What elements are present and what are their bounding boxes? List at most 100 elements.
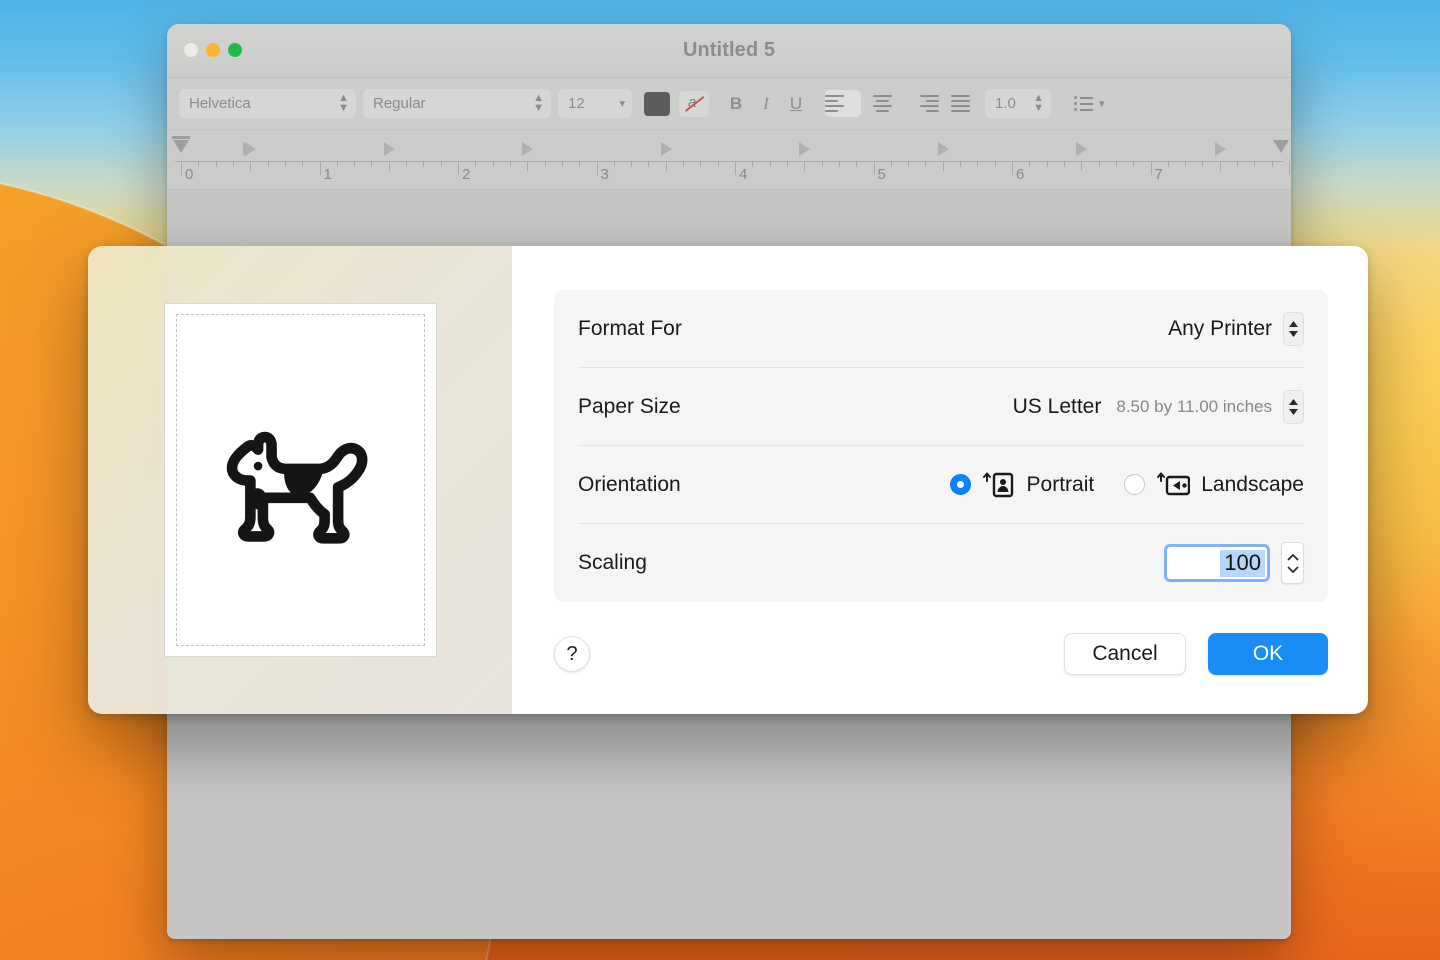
ruler-tick-minor — [665, 161, 667, 171]
ruler-tick-minor — [198, 161, 200, 167]
help-button[interactable]: ? — [554, 636, 590, 672]
format-for-label: Format For — [578, 316, 682, 340]
landscape-radio[interactable] — [1124, 474, 1146, 495]
ruler-number: 3 — [600, 166, 609, 183]
portrait-icon — [982, 472, 1016, 498]
ruler-tick-minor — [717, 161, 719, 167]
font-style-select[interactable]: Regular ▲ ▼ — [363, 89, 551, 118]
format-for-control[interactable]: Any Printer — [1168, 311, 1304, 346]
ruler-tick-minor — [631, 161, 633, 167]
scaling-input[interactable]: 100 — [1164, 544, 1270, 582]
ruler-tick-major — [1012, 161, 1013, 175]
ruler-tick-minor — [1237, 161, 1239, 167]
ruler-tab-stop[interactable] — [660, 142, 672, 156]
ruler-tick-minor — [388, 161, 390, 171]
ruler-tick-minor — [700, 161, 702, 167]
window-title: Untitled 5 — [682, 39, 776, 61]
paper-size-popup-chevrons-icon[interactable] — [1283, 389, 1304, 424]
ruler-tick-minor — [1063, 161, 1065, 167]
underline-button[interactable]: U — [788, 94, 804, 114]
ruler-tick-minor — [561, 161, 563, 167]
ruler-tab-stop[interactable] — [522, 142, 534, 156]
ruler-tick-major — [1150, 161, 1152, 175]
ruler-tick-minor — [475, 161, 477, 167]
document-ruler[interactable]: 012345678 — [167, 130, 1291, 190]
ruler-tick-minor — [267, 161, 269, 167]
ruler-tick-minor — [942, 161, 944, 171]
orientation-option-landscape[interactable]: Landscape — [1124, 472, 1304, 498]
orientation-label: Orientation — [578, 472, 681, 496]
cancel-button[interactable]: Cancel — [1064, 633, 1186, 675]
paper-size-control[interactable]: US Letter 8.50 by 11.00 inches — [1012, 389, 1304, 424]
align-right-button[interactable] — [903, 90, 939, 117]
text-style-group: B I U — [728, 94, 804, 114]
ruler-tick-major — [1289, 161, 1290, 175]
first-line-indent-icon[interactable] — [172, 136, 190, 139]
portrait-radio[interactable] — [949, 474, 971, 495]
ruler-tick-minor — [250, 161, 252, 171]
left-indent-marker-icon[interactable] — [173, 140, 189, 153]
right-indent-marker-icon[interactable] — [1273, 140, 1289, 153]
ruler-tick-major — [873, 161, 875, 175]
ruler-tick-minor — [1046, 161, 1048, 167]
ruler-tick-minor — [613, 161, 615, 167]
ruler-tick-minor — [284, 161, 286, 167]
ruler-tick-minor — [908, 161, 910, 167]
ruler-tab-stop[interactable] — [1214, 142, 1226, 156]
ruler-number: 2 — [462, 166, 471, 183]
ruler-tick-minor — [821, 161, 823, 167]
ruler-number: 1 — [323, 166, 332, 183]
ruler-tick-minor — [1098, 161, 1100, 167]
ruler-tick-minor — [1081, 161, 1083, 171]
ruler-tab-stop[interactable] — [383, 142, 395, 156]
ruler-tick-minor — [683, 161, 685, 167]
format-for-popup-chevrons-icon[interactable] — [1283, 311, 1304, 346]
align-justify-button[interactable] — [942, 90, 978, 117]
footer-action-buttons: Cancel OK — [1064, 633, 1328, 675]
chevron-updown-icon: ▲ ▼ — [533, 92, 544, 114]
scaling-stepper[interactable] — [1281, 542, 1304, 584]
ruler-tick-minor — [406, 161, 408, 167]
dog-illustration-icon — [226, 431, 367, 544]
scaling-row: Scaling 100 — [578, 524, 1304, 602]
window-titlebar[interactable]: Untitled 5 — [167, 24, 1291, 78]
chevron-down-icon: ▾ — [619, 98, 625, 110]
bullet-list-icon — [1074, 96, 1093, 111]
ruler-tick-minor — [579, 161, 581, 167]
ruler-tab-stop[interactable] — [243, 142, 254, 156]
orientation-row: Orientation Portrait Landscape — [578, 446, 1304, 524]
ruler-tick-minor — [804, 161, 806, 171]
ruler-tab-stop[interactable] — [799, 142, 811, 156]
settings-card: Format For Any Printer Paper Size US Let… — [554, 290, 1328, 602]
ruler-tick-minor — [371, 161, 373, 167]
dog-leg-spot-icon — [250, 487, 267, 509]
highlight-color-button[interactable]: a — [679, 90, 709, 117]
align-left-button[interactable] — [825, 90, 861, 117]
chevron-updown-icon: ▲ ▼ — [338, 92, 349, 114]
scaling-value: 100 — [1220, 549, 1265, 577]
font-size-value: 12 — [568, 95, 585, 112]
ruler-number: 4 — [739, 166, 748, 183]
ruler-tab-stop[interactable] — [937, 142, 949, 156]
format-for-value: Any Printer — [1168, 316, 1272, 340]
ruler-tab-stop[interactable] — [1076, 142, 1088, 156]
list-style-button[interactable]: ▾ — [1074, 96, 1105, 111]
ruler-tick-minor — [1115, 161, 1117, 167]
bold-button[interactable]: B — [728, 94, 744, 114]
ruler-tick-minor — [1254, 161, 1256, 167]
orientation-option-portrait[interactable]: Portrait — [949, 472, 1094, 498]
ok-button[interactable]: OK — [1208, 633, 1328, 675]
ruler-tick-minor — [769, 161, 771, 167]
font-size-select[interactable]: 12 ▾ — [558, 89, 632, 118]
text-color-swatch[interactable] — [644, 91, 670, 116]
ruler-tick-minor — [1271, 161, 1273, 167]
align-center-button[interactable] — [864, 90, 900, 117]
font-family-select[interactable]: Helvetica ▲ ▼ — [179, 89, 356, 118]
ruler-tick-minor — [232, 161, 234, 167]
landscape-icon — [1156, 472, 1191, 498]
ruler-tick-minor — [1133, 161, 1135, 167]
italic-button[interactable]: I — [758, 94, 774, 114]
paper-preview — [163, 303, 437, 657]
line-spacing-select[interactable]: 1.0 ▲ ▼ — [985, 89, 1051, 118]
paper-size-value: US Letter — [1012, 394, 1102, 418]
